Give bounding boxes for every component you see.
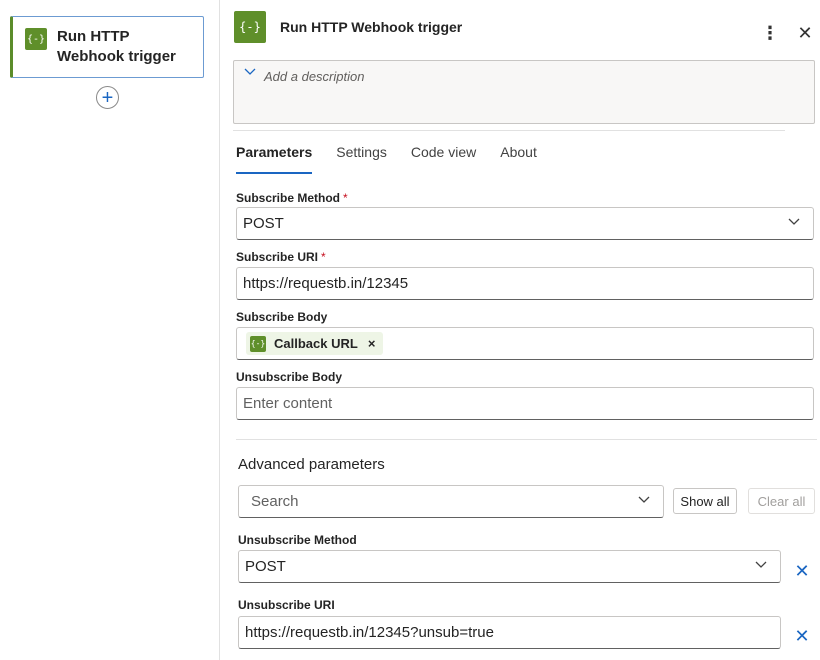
designer-canvas: {-} Run HTTP Webhook trigger + [0, 0, 219, 660]
token-label: Callback URL [274, 336, 358, 351]
callback-url-token[interactable]: {-} Callback URL × [246, 332, 384, 355]
trigger-node-title: Run HTTP Webhook trigger [57, 28, 176, 65]
trigger-node-card[interactable]: {-} Run HTTP Webhook trigger [10, 16, 204, 78]
panel-tabs: Parameters Settings Code view About [236, 144, 561, 174]
search-placeholder: Search [251, 493, 299, 510]
webhook-icon: {-} [250, 335, 266, 352]
clear-all-button[interactable]: Clear all [748, 488, 815, 514]
chevron-down-icon[interactable] [637, 492, 651, 509]
remove-parameter-icon[interactable]: ✕ [794, 626, 810, 646]
required-marker: * [321, 250, 326, 264]
subscribe-method-value: POST [243, 215, 284, 232]
description-textarea[interactable]: Add a description [233, 60, 815, 124]
required-marker: * [343, 191, 348, 205]
panel-title[interactable]: Run HTTP Webhook trigger [280, 19, 462, 35]
webhook-icon: {-} [234, 11, 266, 43]
unsubscribe-uri-value: https://requestb.in/12345?unsub=true [245, 624, 494, 641]
tab-parameters[interactable]: Parameters [236, 144, 313, 174]
unsubscribe-method-select[interactable]: POST [238, 550, 781, 583]
advanced-parameters-search[interactable]: Search [238, 485, 664, 518]
remove-token-icon[interactable]: × [368, 336, 376, 351]
tab-about[interactable]: About [500, 144, 537, 174]
show-all-button[interactable]: Show all [673, 488, 737, 514]
webhook-icon: {-} [25, 28, 47, 50]
subscribe-uri-label: Subscribe URI * [236, 250, 326, 264]
unsubscribe-body-input[interactable]: Enter content [236, 387, 814, 420]
description-divider [233, 130, 785, 131]
more-options-icon[interactable]: ⋮ [761, 22, 779, 44]
subscribe-body-label: Subscribe Body [236, 310, 328, 324]
advanced-parameters-title: Advanced parameters [238, 456, 385, 473]
chevron-down-icon [754, 557, 768, 574]
tab-code-view[interactable]: Code view [411, 144, 476, 174]
unsubscribe-method-value: POST [245, 558, 286, 575]
remove-parameter-icon[interactable]: ✕ [794, 561, 810, 581]
section-divider [236, 439, 817, 440]
unsubscribe-body-placeholder: Enter content [243, 395, 333, 412]
add-step-icon[interactable]: + [96, 86, 119, 109]
unsubscribe-uri-input[interactable]: https://requestb.in/12345?unsub=true [238, 616, 781, 649]
close-icon[interactable]: ✕ [796, 22, 814, 44]
unsubscribe-uri-label: Unsubscribe URI [238, 598, 335, 612]
tab-settings[interactable]: Settings [336, 144, 387, 174]
unsubscribe-body-label: Unsubscribe Body [236, 370, 343, 384]
subscribe-body-input[interactable]: {-} Callback URL × [236, 327, 814, 360]
details-panel: {-} Run HTTP Webhook trigger ⋮ ✕ Add a d… [220, 0, 820, 660]
unsubscribe-method-label: Unsubscribe Method [238, 533, 357, 547]
subscribe-uri-input[interactable]: https://requestb.in/12345 [236, 267, 814, 300]
chevron-down-icon[interactable] [244, 65, 256, 79]
chevron-down-icon [787, 214, 801, 231]
subscribe-method-label: Subscribe Method * [236, 191, 348, 205]
subscribe-method-select[interactable]: POST [236, 207, 814, 240]
subscribe-uri-value: https://requestb.in/12345 [243, 275, 409, 292]
description-placeholder: Add a description [264, 69, 365, 84]
